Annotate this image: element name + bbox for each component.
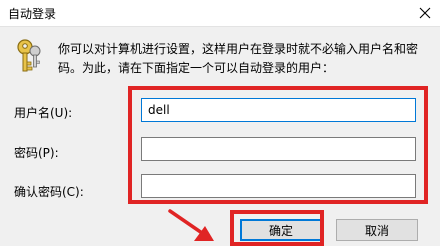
title-bar: 自动登录 [0, 0, 440, 27]
password-label: 密码(P): [14, 146, 59, 160]
close-button[interactable] [410, 0, 440, 26]
cancel-button[interactable]: 取消 [336, 219, 418, 241]
key-icon [17, 39, 41, 72]
confirm-password-input[interactable] [141, 174, 416, 198]
confirm-password-label: 确认密码(C): [14, 185, 84, 199]
close-icon [419, 7, 431, 19]
username-label: 用户名(U): [14, 106, 73, 120]
password-input[interactable] [141, 137, 416, 161]
arrow-icon [168, 209, 214, 241]
username-input[interactable] [141, 98, 416, 122]
ok-button[interactable]: 确定 [240, 219, 322, 241]
dialog-description: 你可以对计算机进行设置，这样用户在登录时就不必输入用户名和密码。为此，请在下面指… [58, 42, 419, 75]
window-title: 自动登录 [8, 7, 57, 21]
